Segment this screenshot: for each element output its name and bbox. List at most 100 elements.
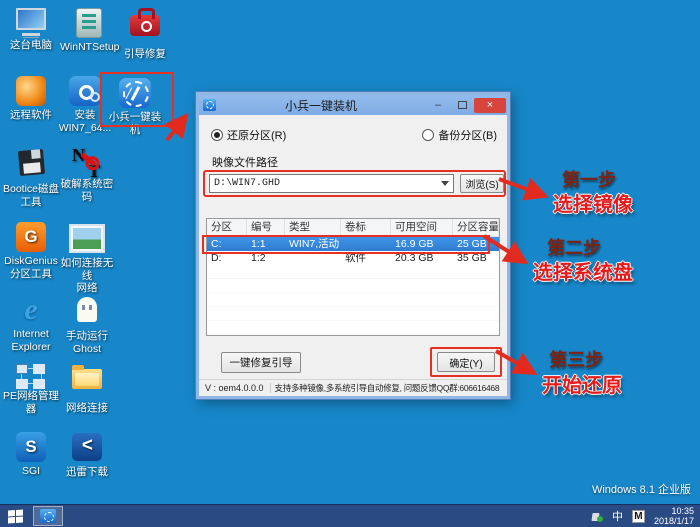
- col-header: 分区容量: [453, 219, 499, 236]
- icon-label: 引导修复: [124, 48, 166, 60]
- icon-label: DiskGenius: [4, 255, 58, 267]
- floppy-disk-icon: [17, 148, 45, 177]
- radio-label: 备份分区(B): [438, 130, 497, 142]
- radio-selected-icon: [211, 129, 223, 141]
- desktop-icon-internet-explorer[interactable]: e Internet Explorer: [2, 295, 60, 353]
- table-row-c-drive[interactable]: C: 1:1 WIN7,活动 16.9 GB 25 GB: [207, 237, 499, 251]
- step1-action: 选择镜像: [553, 194, 633, 216]
- browse-button[interactable]: 浏览(S): [460, 174, 504, 193]
- cell-capacity: 25 GB: [457, 238, 487, 250]
- radio-restore-partition[interactable]: 还原分区(R): [211, 127, 286, 143]
- icon-label: 分区工具: [10, 267, 52, 280]
- desktop-icon-remote-software[interactable]: 远程软件: [2, 76, 60, 122]
- folder-icon: [72, 365, 102, 389]
- icon-label: 手动运行: [66, 330, 108, 342]
- icon-label: 迅雷下载: [66, 466, 108, 478]
- desktop-icon-pe-network-manager[interactable]: PE网络管理器: [2, 362, 60, 415]
- desktop-icon-network-connection[interactable]: 网络连接: [58, 362, 116, 415]
- image-path-value: D:\WIN7.GHD: [214, 178, 281, 189]
- desktop-icon-this-pc[interactable]: 这台电脑: [2, 8, 60, 52]
- ime-language-indicator[interactable]: 中: [612, 508, 623, 524]
- arrow-icon-to-dialog: [164, 112, 189, 142]
- ime-mode-icon[interactable]: M: [631, 509, 645, 523]
- desktop-icon-bootice[interactable]: Bootice磁盘 工具: [2, 148, 60, 208]
- ok-button[interactable]: 确定(Y): [437, 352, 495, 372]
- title-bar[interactable]: 小兵一键装机 – ×: [199, 95, 507, 115]
- taskbar-app-xiaobing[interactable]: [33, 506, 63, 526]
- table-header-row: 分区 编号 类型 卷标 可用空间 分区容量: [207, 219, 499, 237]
- network-nodes-icon: [14, 362, 48, 390]
- diskgenius-icon: G: [16, 222, 46, 252]
- icon-label: WinNTSetup: [60, 41, 120, 53]
- icon-label: 网络: [76, 282, 98, 295]
- icon-label: PE网络管理器: [2, 390, 59, 415]
- desktop-icon-winntsetup[interactable]: WinNTSetup: [60, 8, 120, 54]
- toolbox-icon: [130, 8, 160, 36]
- desktop: { "desktop": { "icons": [ {"label": "这台电…: [0, 0, 700, 527]
- radio-label: 还原分区(R): [227, 130, 287, 142]
- desktop-icon-wireless-help[interactable]: 如何连接无线 网络: [58, 222, 116, 295]
- clock-date: 2018/1/17: [653, 516, 694, 526]
- desktop-icon-diskgenius[interactable]: G DiskGenius 分区工具: [2, 222, 60, 280]
- network-status-icon[interactable]: [592, 511, 603, 522]
- window-app-icon: [203, 99, 216, 111]
- desktop-icon-thunder-download[interactable]: < 迅雷下载: [58, 432, 116, 479]
- cell-type: WIN7,活动: [289, 238, 340, 250]
- desktop-icon-manual-ghost[interactable]: 手动运行 Ghost: [58, 295, 116, 355]
- xiaobing-installer-window: 小兵一键装机 – × 还原分区(R) 备份分区(B) 映像文件路径 D:\WIN…: [195, 91, 511, 400]
- start-button[interactable]: [0, 505, 30, 527]
- icon-label: 工具: [20, 195, 42, 208]
- chevron-down-icon: [441, 181, 449, 190]
- desktop-icon-sgi[interactable]: S SGI: [2, 432, 60, 478]
- image-path-label: 映像文件路径: [212, 157, 278, 169]
- clock[interactable]: 10:35 2018/1/17: [654, 506, 694, 527]
- icon-label: Bootice磁盘: [2, 183, 60, 195]
- gear-icon: [69, 76, 101, 106]
- table-row-d-drive[interactable]: D: 1:2 软件 20.3 GB 35 GB: [207, 251, 499, 265]
- icon-label: 如何连接无线: [60, 257, 114, 282]
- col-header: 编号: [247, 219, 285, 236]
- version-text: V : oem4.0.0.0: [205, 383, 264, 393]
- ie-icon: e: [24, 293, 38, 326]
- radio-backup-partition[interactable]: 备份分区(B): [422, 127, 497, 143]
- cell-number: 1:1: [251, 238, 266, 250]
- ghost-icon: [77, 297, 97, 322]
- icon-label: 小兵一键装机: [108, 111, 162, 136]
- desktop-icon-boot-repair[interactable]: 引导修复: [116, 8, 174, 61]
- taskbar: 中 M 10:35 2018/1/17: [0, 504, 700, 527]
- desktop-icon-crack-password[interactable]: NT 破解系统密码: [58, 146, 116, 203]
- step3-action: 开始还原: [542, 375, 622, 397]
- icon-label: 这台电脑: [10, 39, 52, 51]
- col-header: 可用空间: [391, 219, 453, 236]
- desktop-icon-xiaobing-installer[interactable]: 小兵一键装机: [106, 78, 164, 136]
- icon-label: 远程软件: [10, 109, 52, 121]
- computer-icon: [13, 8, 49, 36]
- partition-table: 分区 编号 类型 卷标 可用空间 分区容量 C: 1:1 WIN7,活动 16.…: [206, 218, 500, 336]
- maximize-button[interactable]: [450, 98, 474, 113]
- icon-label: Ghost: [72, 342, 101, 355]
- clock-time: 10:35: [671, 505, 694, 516]
- swallow-icon: <: [72, 433, 102, 461]
- cell-partition: D:: [211, 252, 222, 264]
- cell-number: 1:2: [251, 252, 266, 264]
- status-message: 支持多种镜像,多系统引导自动修复, 问题反馈QQ群:606616468: [274, 383, 500, 393]
- xiaobing-logo-icon: [119, 78, 151, 108]
- minimize-button[interactable]: –: [426, 98, 450, 113]
- photo-icon: [69, 224, 105, 253]
- icon-label: Internet: [13, 328, 49, 340]
- close-button[interactable]: ×: [474, 97, 506, 113]
- windows-logo-icon: [7, 508, 23, 524]
- cell-volume: 软件: [345, 252, 366, 264]
- icon-label: 破解系统密码: [60, 178, 114, 203]
- xiaobing-logo-icon: [40, 509, 56, 523]
- icon-label: Explorer: [11, 340, 51, 353]
- cell-free-space: 16.9 GB: [395, 238, 434, 250]
- icon-label: SGI: [21, 465, 41, 477]
- image-path-combobox[interactable]: D:\WIN7.GHD: [209, 174, 454, 193]
- repair-boot-button[interactable]: 一键修复引导: [221, 352, 301, 373]
- os-version-label: Windows 8.1 企业版: [591, 484, 691, 496]
- cell-partition: C:: [211, 238, 222, 250]
- step2-action: 选择系统盘: [533, 262, 633, 284]
- sgi-icon: S: [16, 432, 46, 462]
- col-header: 分区: [207, 219, 247, 236]
